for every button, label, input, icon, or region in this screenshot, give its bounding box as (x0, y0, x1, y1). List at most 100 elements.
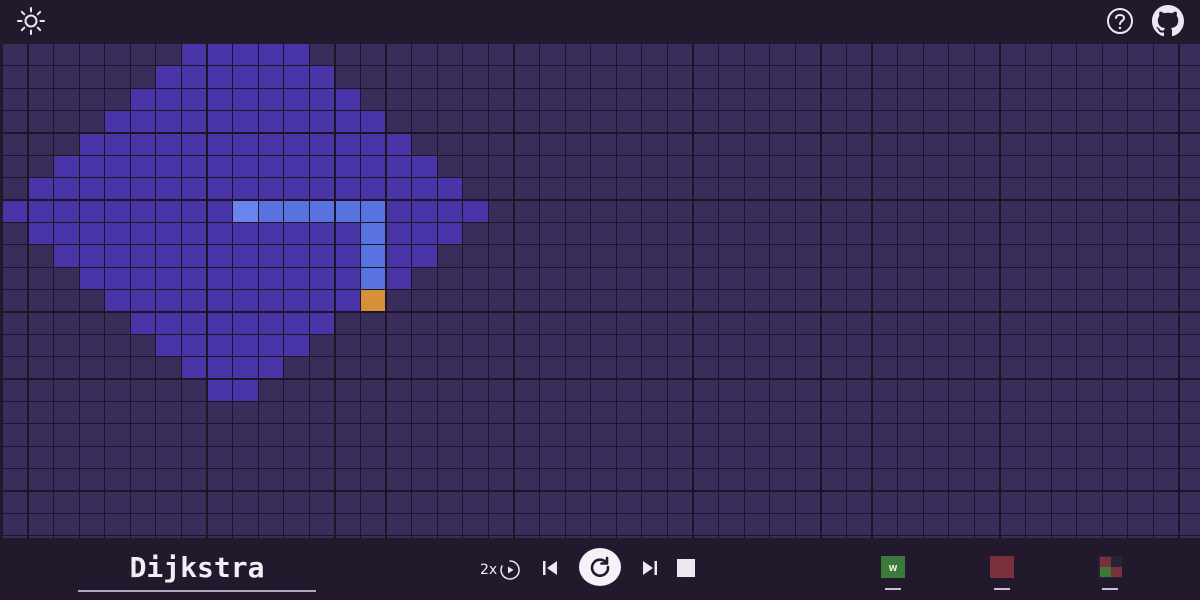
grid-cell[interactable] (1128, 469, 1153, 491)
grid-cell[interactable] (974, 178, 1000, 200)
grid-cell[interactable] (719, 357, 744, 379)
grid-cell[interactable] (540, 66, 565, 88)
grid-cell[interactable] (335, 44, 360, 66)
grid-cell[interactable] (361, 446, 386, 468)
grid-cell[interactable] (258, 446, 284, 468)
grid-cell[interactable] (1128, 245, 1153, 267)
grid-cell[interactable] (719, 44, 744, 66)
grid-cell[interactable] (744, 446, 770, 468)
visited-cell[interactable] (28, 223, 53, 245)
grid-cell[interactable] (821, 267, 846, 289)
grid-cell[interactable] (514, 44, 539, 66)
grid-cell[interactable] (540, 491, 565, 513)
grid-cell[interactable] (130, 357, 156, 379)
grid-cell[interactable] (770, 469, 795, 491)
grid-cell[interactable] (949, 357, 974, 379)
grid-cell[interactable] (3, 334, 28, 357)
grid-cell[interactable] (3, 178, 28, 200)
grid-cell[interactable] (130, 513, 156, 536)
grid-cell[interactable] (463, 312, 488, 334)
visited-cell[interactable] (79, 133, 105, 155)
grid-cell[interactable] (28, 513, 53, 536)
grid-cell[interactable] (642, 469, 667, 491)
visited-cell[interactable] (130, 223, 156, 245)
grid-cell[interactable] (386, 402, 412, 424)
visited-cell[interactable] (309, 88, 335, 110)
grid-cell[interactable] (974, 133, 1000, 155)
grid-cell[interactable] (795, 155, 821, 178)
grid-cell[interactable] (105, 357, 130, 379)
grid-cell[interactable] (1026, 312, 1051, 334)
grid-cell[interactable] (847, 469, 872, 491)
grid-cell[interactable] (949, 178, 974, 200)
grid-cell[interactable] (463, 357, 488, 379)
grid-cell[interactable] (1000, 245, 1025, 267)
grid-cell[interactable] (565, 334, 591, 357)
grid-cell[interactable] (1051, 155, 1077, 178)
grid-cell[interactable] (463, 111, 488, 133)
grid-cell[interactable] (1051, 111, 1077, 133)
grid-cell[interactable] (974, 312, 1000, 334)
grid-cell[interactable] (668, 312, 693, 334)
grid-cell[interactable] (1077, 245, 1102, 267)
grid-cell[interactable] (1179, 290, 1200, 312)
grid-cell[interactable] (514, 133, 539, 155)
grid-cell[interactable] (1179, 178, 1200, 200)
visited-cell[interactable] (233, 267, 258, 289)
grid-cell[interactable] (463, 491, 488, 513)
grid-cell[interactable] (591, 44, 616, 66)
grid-cell[interactable] (1026, 155, 1051, 178)
grid-cell[interactable] (463, 223, 488, 245)
grid-cell[interactable] (412, 446, 437, 468)
grid-cell[interactable] (1128, 513, 1153, 536)
grid-cell[interactable] (565, 290, 591, 312)
grid-cell[interactable] (719, 469, 744, 491)
grid-cell[interactable] (284, 424, 309, 446)
grid-cell[interactable] (54, 267, 79, 289)
visited-cell[interactable] (105, 267, 130, 289)
grid-cell[interactable] (898, 223, 923, 245)
visited-cell[interactable] (361, 111, 386, 133)
grid-cell[interactable] (1154, 245, 1179, 267)
grid-cell[interactable] (1102, 200, 1128, 222)
grid-cell[interactable] (795, 469, 821, 491)
grid-cell[interactable] (54, 402, 79, 424)
grid-cell[interactable] (540, 513, 565, 536)
grid-cell[interactable] (1051, 44, 1077, 66)
grid-cell[interactable] (463, 446, 488, 468)
grid-cell[interactable] (744, 357, 770, 379)
grid-cell[interactable] (386, 357, 412, 379)
grid-cell[interactable] (949, 513, 974, 536)
grid-cell[interactable] (898, 88, 923, 110)
visited-cell[interactable] (335, 133, 360, 155)
grid-cell[interactable] (463, 402, 488, 424)
visited-cell[interactable] (258, 334, 284, 357)
visited-cell[interactable] (105, 200, 130, 222)
visited-cell[interactable] (258, 245, 284, 267)
grid-cell[interactable] (949, 88, 974, 110)
grid-cell[interactable] (565, 200, 591, 222)
grid-cell[interactable] (130, 424, 156, 446)
grid-cell[interactable] (28, 267, 53, 289)
grid-cell[interactable] (668, 200, 693, 222)
grid-cell[interactable] (437, 245, 463, 267)
grid-cell[interactable] (79, 424, 105, 446)
grid-cell[interactable] (1154, 424, 1179, 446)
grid-cell[interactable] (821, 446, 846, 468)
grid-cell[interactable] (744, 290, 770, 312)
grid-cell[interactable] (3, 111, 28, 133)
grid-cell[interactable] (1077, 357, 1102, 379)
grid-cell[interactable] (719, 200, 744, 222)
grid-cell[interactable] (616, 357, 642, 379)
grid-cell[interactable] (872, 178, 898, 200)
grid-cell[interactable] (54, 379, 79, 401)
visited-cell[interactable] (258, 290, 284, 312)
visited-cell[interactable] (386, 133, 412, 155)
grid-cell[interactable] (693, 133, 718, 155)
grid-cell[interactable] (770, 133, 795, 155)
grid-cell[interactable] (770, 44, 795, 66)
grid-cell[interactable] (309, 334, 335, 357)
grid-cell[interactable] (412, 66, 437, 88)
visited-cell[interactable] (156, 290, 181, 312)
grid-cell[interactable] (79, 44, 105, 66)
